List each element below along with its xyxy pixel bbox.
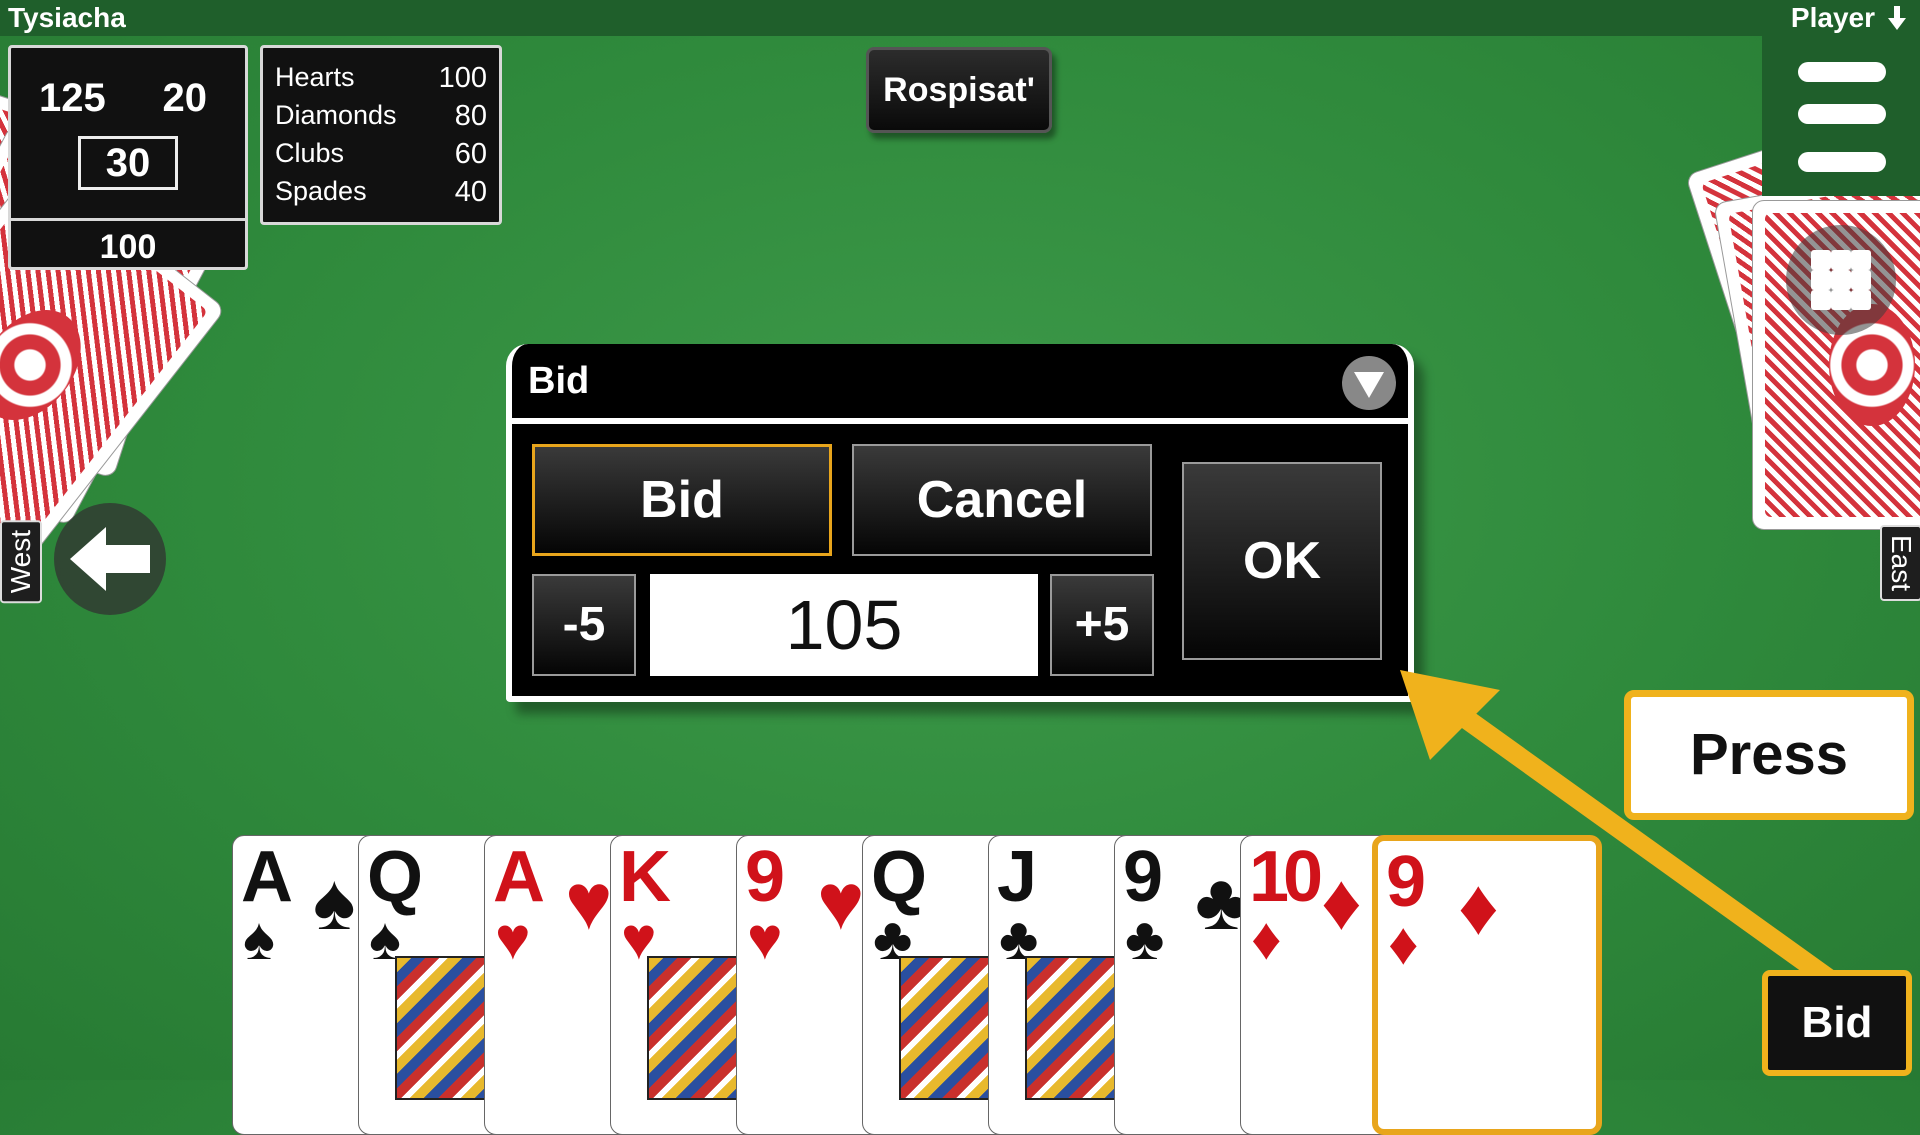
card-pip-icon: ♦ [1321,857,1362,946]
top-bar: Tysiacha Player [0,0,1920,36]
arrow-down-icon[interactable] [1884,4,1910,32]
bid-dialog: Bid Bid Cancel OK -5 105 +5 [506,344,1414,702]
suit-value: 80 [454,100,487,132]
hamburger-line [1798,104,1886,124]
card-pip-icon: ♠ [313,857,356,946]
triangle-down-icon [1354,372,1384,398]
suit-row: Hearts 100 [275,62,487,100]
suit-name: Clubs [275,138,345,168]
dialog-header: Bid [512,344,1408,418]
score-boxed: 30 [78,136,178,190]
grid-icon[interactable] [1786,225,1896,335]
suit-value: 40 [454,176,487,208]
seat-west-label: West [0,520,42,604]
suit-name: Hearts [275,62,355,92]
dialog-title: Bid [528,360,590,402]
score-panel: 125 20 30 100 [8,45,248,270]
bid-button[interactable]: Bid [1762,970,1912,1076]
card-suit-icon: ♥ [747,905,783,972]
card-suit-icon: ♠ [243,905,275,972]
dialog-divider [512,418,1408,424]
suit-row: Spades 40 [275,176,487,214]
player-label[interactable]: Player [1791,2,1875,34]
rospisat-button[interactable]: Rospisat' [866,47,1052,133]
card-suit-icon: ♥ [495,905,531,972]
hamburger-icon [1798,62,1886,82]
score-bottom: 100 [99,228,157,266]
suit-value: 100 [438,62,487,94]
divider [11,218,245,221]
cancel-button[interactable]: Cancel [852,444,1152,556]
score-right: 20 [162,76,208,120]
card-pip-icon: ♦ [1458,862,1499,951]
score-left: 125 [39,76,106,120]
collapse-button[interactable] [1342,356,1396,410]
card-suit-icon: ♦ [1251,905,1282,972]
suit-value: 60 [454,138,487,170]
suit-name: Spades [275,176,367,206]
increase-bid-button[interactable]: +5 [1050,574,1154,676]
hamburger-line [1798,152,1886,172]
suit-name: Diamonds [275,100,397,130]
ok-button[interactable]: OK [1182,462,1382,660]
card-pip-icon: ♥ [817,857,865,946]
app-title: Tysiacha [8,2,126,33]
menu-button[interactable] [1762,36,1920,196]
back-button[interactable] [54,503,166,615]
arrow-left-icon [70,527,150,591]
suit-row: Diamonds 80 [275,100,487,138]
press-hint: Press [1624,690,1914,820]
decrease-bid-button[interactable]: -5 [532,574,636,676]
bid-value-field[interactable]: 105 [650,574,1038,676]
card-pip-icon: ♥ [565,857,613,946]
suit-row: Clubs 60 [275,138,487,176]
suit-values-panel: Hearts 100 Diamonds 80 Clubs 60 Spades 40 [260,45,502,225]
bid-mode-button[interactable]: Bid [532,444,832,556]
card-suit-icon: ♣ [1125,905,1165,972]
seat-east-label: East [1880,525,1920,602]
playing-card[interactable]: 9 ♦ ♦ [1372,835,1602,1135]
card-suit-icon: ♦ [1388,910,1419,977]
